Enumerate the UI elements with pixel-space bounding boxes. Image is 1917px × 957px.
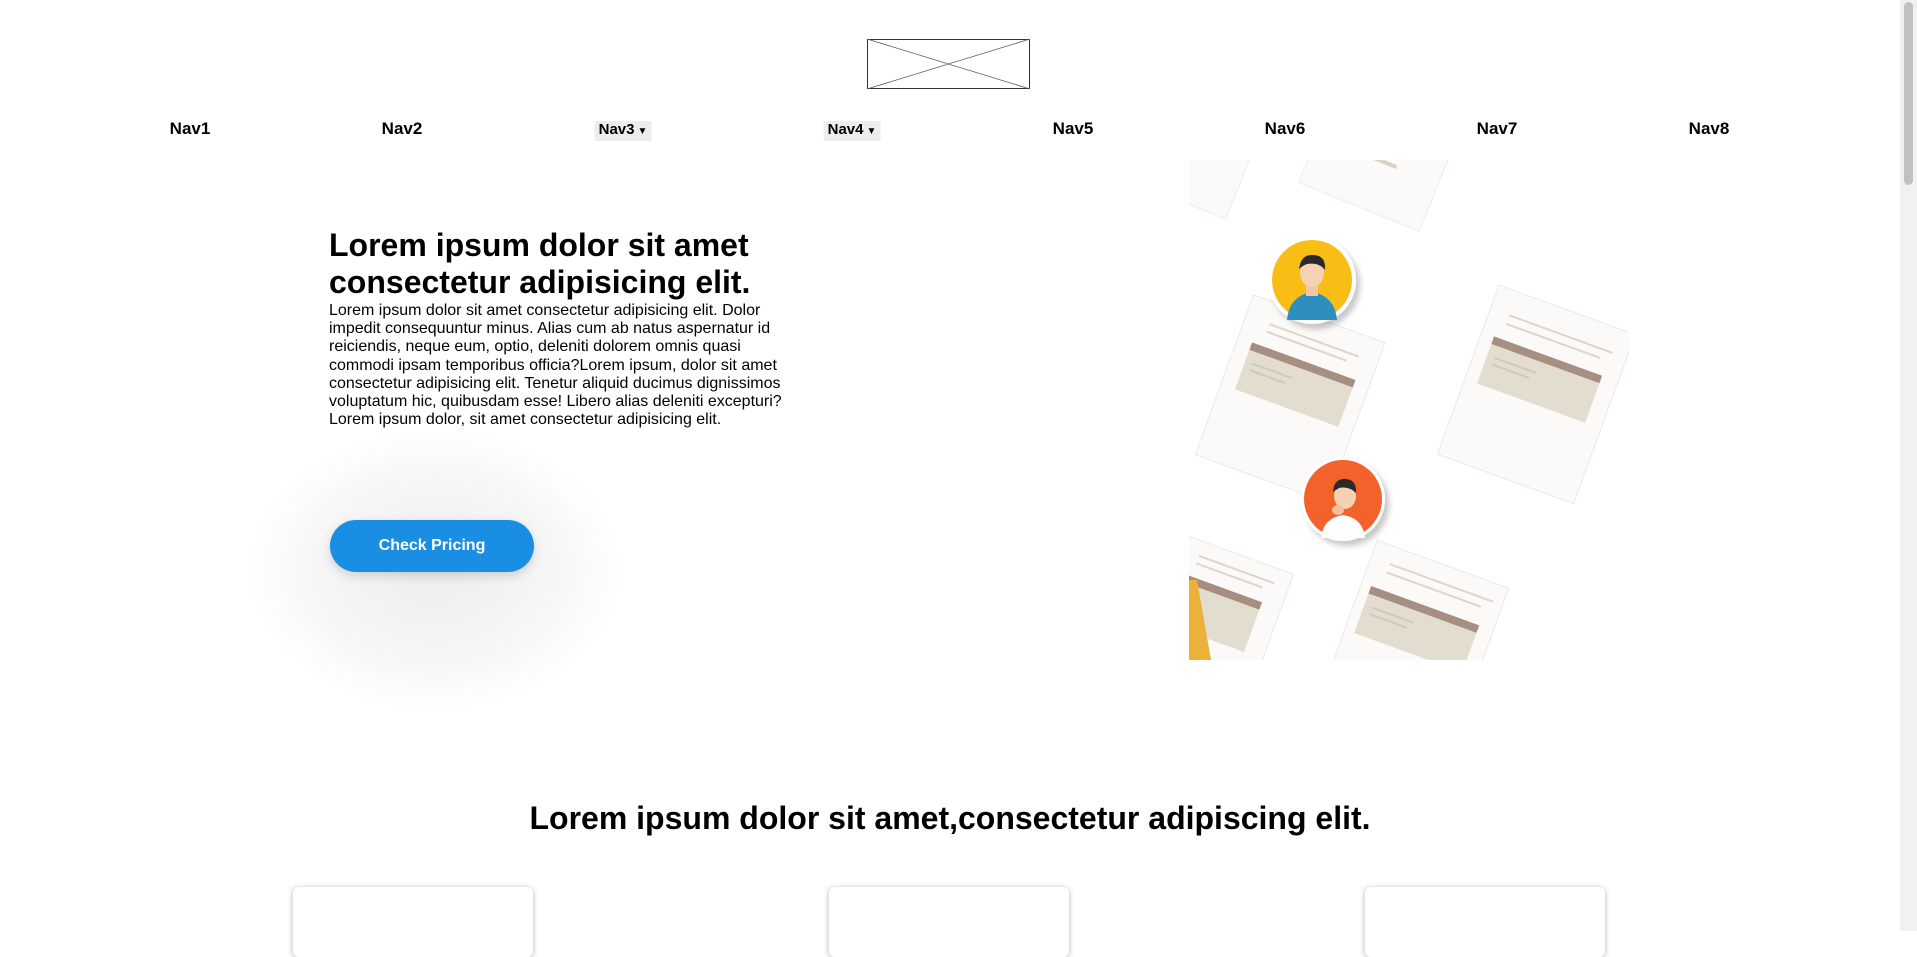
section-heading: Lorem ipsum dolor sit amet,consectetur a… xyxy=(529,800,1371,836)
main-nav: Nav1 Nav2 Nav3 ▼ Nav4 ▼ Nav5 Nav6 Nav7 Nav… xyxy=(0,118,1900,142)
feature-card[interactable] xyxy=(829,887,1069,957)
nav-item-8[interactable]: Nav8 xyxy=(1689,118,1730,140)
feature-card[interactable] xyxy=(293,887,533,957)
nav-item-2[interactable]: Nav2 xyxy=(382,118,423,140)
check-pricing-button[interactable]: Check Pricing xyxy=(330,520,534,572)
hero-illustration xyxy=(1189,160,1629,660)
document-card-icon xyxy=(1325,539,1510,660)
nav-dropdown-3-label: Nav3 xyxy=(598,121,635,138)
nav-dropdown-3[interactable]: Nav3 ▼ xyxy=(594,121,652,141)
document-card-icon xyxy=(1436,284,1629,505)
document-card-icon xyxy=(1189,160,1260,220)
nav-item-1[interactable]: Nav1 xyxy=(170,118,211,140)
nav-dropdown-4-label: Nav4 xyxy=(827,121,864,138)
nav-item-7[interactable]: Nav7 xyxy=(1477,118,1518,140)
nav-dropdown-4[interactable]: Nav4 ▼ xyxy=(823,121,881,141)
hero-title: Lorem ipsum dolor sit amet consectetur a… xyxy=(329,227,751,300)
nav-item-5[interactable]: Nav5 xyxy=(1053,118,1094,140)
chevron-down-icon: ▼ xyxy=(866,126,877,137)
nav-item-6[interactable]: Nav6 xyxy=(1265,118,1306,140)
logo-placeholder[interactable] xyxy=(867,39,1030,89)
vertical-scrollbar[interactable] xyxy=(1900,0,1917,931)
document-card-icon xyxy=(1297,160,1454,232)
hero-description: Lorem ipsum dolor sit amet consectetur a… xyxy=(329,302,782,429)
scrollbar-thumb[interactable] xyxy=(1904,2,1913,185)
feature-card[interactable] xyxy=(1365,887,1605,957)
chevron-down-icon: ▼ xyxy=(637,126,648,137)
